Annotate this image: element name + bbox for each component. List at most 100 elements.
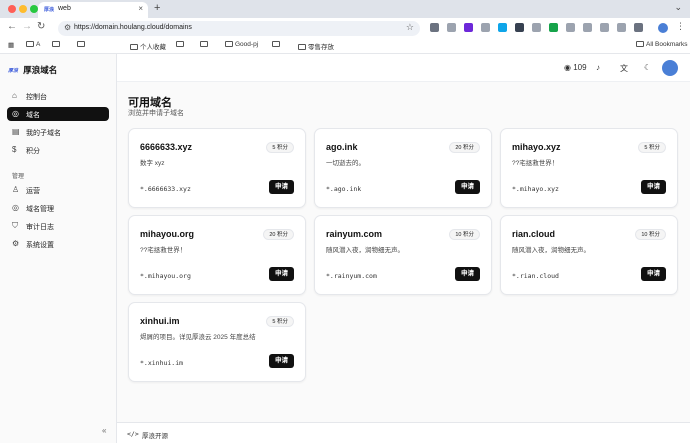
points-value: 109: [573, 63, 587, 72]
domain-name: ago.ink: [326, 142, 358, 152]
domain-name: xinhui.im: [140, 316, 180, 326]
site-info-icon[interactable]: ⚙: [64, 23, 71, 32]
domain-card: 6666633.xyz 5 积分 数字 xyz *.6666633.xyz 申请: [128, 128, 306, 208]
extension-wallet-icon[interactable]: [617, 23, 626, 32]
maximize-window-button[interactable]: [30, 5, 38, 13]
domain-card: mihayo.xyz 5 积分 ??宅拯救世界！ *.mihayo.xyz 申请: [500, 128, 678, 208]
bookmark-folder[interactable]: [200, 41, 210, 48]
close-tab-icon[interactable]: ×: [138, 4, 143, 13]
sidebar-item-domain-management[interactable]: ◎ 域名管理: [7, 201, 109, 215]
extension-lock-icon[interactable]: [481, 23, 490, 32]
brand[interactable]: 厚浪 厚浪域名: [8, 64, 57, 76]
extension-shield-icon[interactable]: [430, 23, 439, 32]
browser-profile-avatar[interactable]: [658, 23, 668, 33]
footer-link[interactable]: 厚浪开源: [142, 430, 168, 440]
domain-wildcard: *.6666633.xyz: [140, 185, 191, 193]
bookmark-folder[interactable]: [52, 41, 62, 48]
domain-description: 数字 xyz: [140, 160, 165, 167]
all-bookmarks[interactable]: All Bookmarks: [636, 41, 688, 48]
bookmark-folder[interactable]: 个人收藏: [130, 41, 166, 51]
bookmark-star-icon[interactable]: ☆: [406, 22, 414, 33]
extension-green-icon[interactable]: [549, 23, 558, 32]
new-tab-icon[interactable]: +: [154, 2, 160, 14]
apply-button[interactable]: 申请: [641, 267, 666, 281]
brand-name: 厚浪域名: [23, 65, 58, 75]
bookmark-folder[interactable]: [272, 41, 282, 48]
minimize-window-button[interactable]: [19, 5, 27, 13]
points-badge: 20 积分: [263, 229, 294, 240]
bookmarks-bar: ▦ A 个人收藏 Good-pj 零售存放 All Bookmarks: [0, 38, 690, 54]
apply-button[interactable]: 申请: [455, 267, 480, 281]
coin-icon: $: [12, 145, 17, 154]
extension-layers-icon[interactable]: [600, 23, 609, 32]
domain-wildcard: *.xinhui.im: [140, 359, 184, 367]
admin-section-label: 管理: [12, 174, 25, 180]
sidebar-item-system-settings[interactable]: ⚙ 系统设置: [7, 237, 109, 251]
forward-icon[interactable]: →: [22, 21, 32, 32]
sidebar-item-dashboard[interactable]: ⌂ 控制台: [7, 89, 109, 103]
domain-name: mihayou.org: [140, 229, 195, 239]
folder-icon: [52, 41, 60, 47]
sidebar-item-audit-log[interactable]: ⛉ 审计日志: [7, 219, 109, 233]
bookmark-folder[interactable]: 零售存放: [298, 41, 334, 51]
points-badge: 5 积分: [638, 142, 666, 153]
extension-box-icon[interactable]: [515, 23, 524, 32]
apply-button[interactable]: 申请: [269, 180, 294, 194]
collapse-sidebar-icon[interactable]: «: [102, 426, 106, 435]
home-icon: ⌂: [12, 91, 17, 100]
browser-chrome: 厚浪 web × + ⌄ ← → ↻ ⚙ https://domain.houl…: [0, 0, 690, 54]
apply-button[interactable]: 申请: [641, 180, 666, 194]
sidebar: 厚浪 厚浪域名 ⌂ 控制台 ◎ 域名 ▤ 我的子域名 $ 积分 管理 ♙ 运营 …: [0, 54, 117, 443]
domain-card: rainyum.com 10 积分 随风潜入夜，润物细无声。 *.rainyum…: [314, 215, 492, 295]
domain-name: rian.cloud: [512, 229, 556, 239]
close-window-button[interactable]: [8, 5, 16, 13]
tab-search-chevron-icon[interactable]: ⌄: [674, 2, 682, 13]
bookmark-folder[interactable]: A: [26, 41, 40, 48]
bookmark-folder[interactable]: [77, 41, 87, 48]
extension-code-icon[interactable]: [634, 23, 643, 32]
extension-sun-icon[interactable]: [583, 23, 592, 32]
extension-image-icon[interactable]: [532, 23, 541, 32]
domain-wildcard: *.rian.cloud: [512, 272, 559, 280]
main-content: 可用域名 浏览并申请子域名 6666633.xyz 5 积分 数字 xyz *.…: [117, 82, 690, 422]
domain-name: 6666633.xyz: [140, 142, 193, 152]
domain-description: ??宅拯救世界！: [512, 160, 559, 167]
browser-menu-icon[interactable]: ⋮: [676, 21, 685, 32]
extension-puzzle-icon[interactable]: [447, 23, 456, 32]
domain-name: mihayo.xyz: [512, 142, 561, 152]
brand-logo: 厚浪: [8, 68, 19, 74]
extension-camera-icon[interactable]: [498, 23, 507, 32]
tab-title: web: [58, 5, 71, 12]
theme-toggle-icon[interactable]: ☾: [644, 63, 651, 72]
sidebar-item-my-subdomains[interactable]: ▤ 我的子域名: [7, 125, 109, 139]
language-icon[interactable]: 文: [620, 63, 628, 74]
extension-grid-icon[interactable]: [566, 23, 575, 32]
apply-button[interactable]: 申请: [269, 354, 294, 368]
folder-icon: [636, 41, 644, 47]
apps-grid-icon[interactable]: ▦: [8, 41, 14, 49]
reload-icon[interactable]: ↻: [37, 21, 45, 32]
extension-badge-icon[interactable]: [464, 23, 473, 32]
sidebar-item-operations[interactable]: ♙ 运营: [7, 183, 109, 197]
browser-tab[interactable]: 厚浪 web ×: [38, 2, 148, 18]
user-avatar[interactable]: [662, 60, 678, 76]
apply-button[interactable]: 申请: [269, 267, 294, 281]
points-badge: 5 积分: [266, 316, 294, 327]
points-display[interactable]: ◉ 109: [564, 63, 587, 72]
bookmark-folder[interactable]: Good-pj: [225, 41, 258, 48]
domain-card: mihayou.org 20 积分 ??宅拯救世界！ *.mihayou.org…: [128, 215, 306, 295]
code-icon: </>: [127, 430, 139, 438]
bookmark-folder[interactable]: [176, 41, 186, 48]
points-badge: 10 积分: [449, 229, 480, 240]
sidebar-item-points[interactable]: $ 积分: [7, 143, 109, 157]
bell-icon[interactable]: ♪: [596, 63, 600, 72]
domain-description: 烬屑的项目。详见厚浪云 2025 年度总结: [140, 334, 256, 341]
shield-icon: ⛉: [12, 221, 18, 230]
back-icon[interactable]: ←: [7, 21, 17, 32]
sidebar-item-domains[interactable]: ◎ 域名: [7, 107, 109, 121]
folder-icon: [77, 41, 85, 47]
address-bar[interactable]: ⚙ https://domain.houlang.cloud/domains ☆: [58, 21, 420, 36]
globe-icon: ◎: [12, 109, 19, 118]
gear-icon: ⚙: [12, 239, 20, 248]
apply-button[interactable]: 申请: [455, 180, 480, 194]
